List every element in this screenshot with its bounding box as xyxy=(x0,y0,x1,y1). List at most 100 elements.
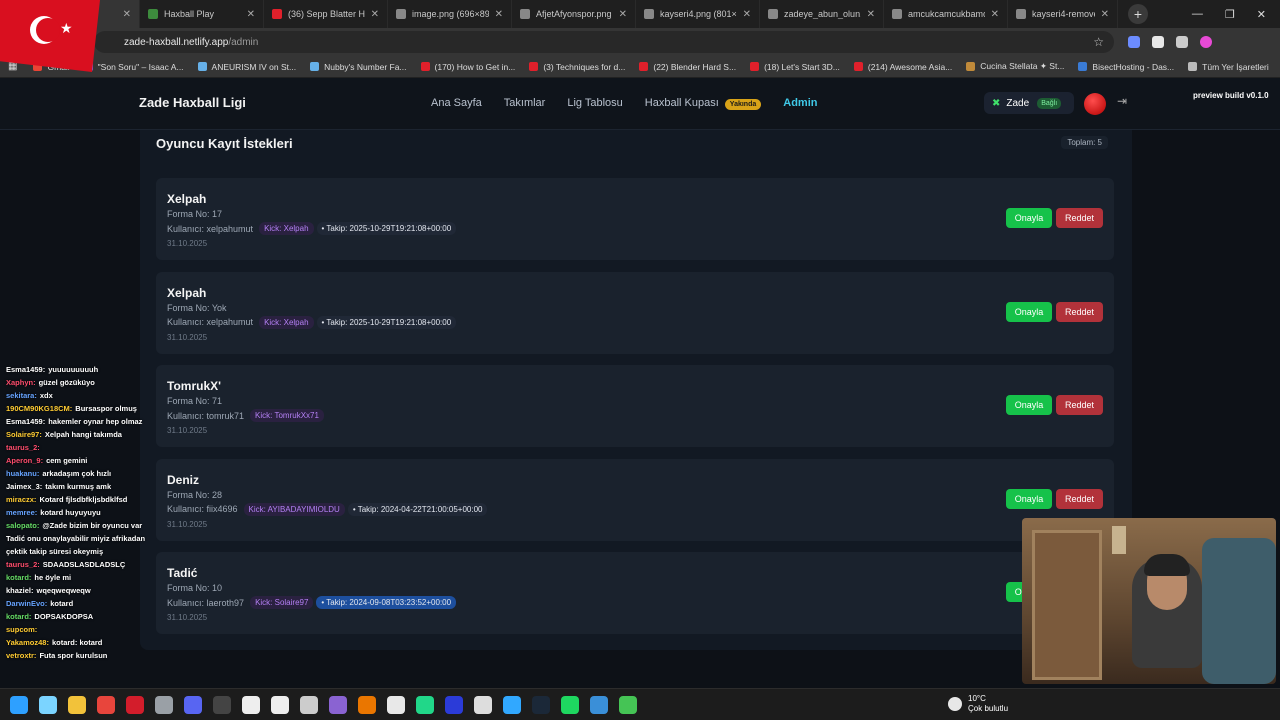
user-line: Kullanıcı: fiix4696 Kick: AYIBADAYIMIOLDU… xyxy=(167,502,488,516)
bookmark-favicon-icon xyxy=(966,62,976,71)
chrome-icon[interactable] xyxy=(97,695,115,714)
reject-button[interactable]: Reddet xyxy=(1056,208,1103,228)
panel-title: Oyuncu Kayıt İstekleri xyxy=(156,136,293,151)
close-tab-icon[interactable]: ✕ xyxy=(743,9,751,20)
logout-icon[interactable]: ⇥ xyxy=(1117,94,1127,108)
browser-tab[interactable]: kayseri4.png (801×8... ✕ xyxy=(636,0,760,28)
extension-icon[interactable] xyxy=(1152,36,1164,48)
approve-button[interactable]: Onayla xyxy=(1006,488,1052,509)
url-input[interactable]: zade-haxball.netlify.app/admin ☆ xyxy=(94,31,1114,53)
bookmark-item[interactable]: "Son Soru" – Isaac A... xyxy=(83,62,184,72)
close-tab-icon[interactable]: ✕ xyxy=(991,9,999,20)
launcher-icon[interactable] xyxy=(590,695,608,714)
browser-tab[interactable]: (36) Sepp Blatter Ha... ✕ xyxy=(264,0,388,28)
extension-icon[interactable] xyxy=(1128,36,1140,48)
xbox-icon[interactable] xyxy=(619,695,637,714)
nav-cup[interactable]: Haxball Kupası Yakında xyxy=(645,97,762,110)
bookmark-item[interactable]: (18) Let's Start 3D... xyxy=(750,62,840,72)
spotify-icon[interactable] xyxy=(561,695,579,714)
browser-tab[interactable]: AfjetAfyonspor.png (... ✕ xyxy=(512,0,636,28)
download-icon[interactable] xyxy=(1176,36,1188,48)
nav-league-table[interactable]: Lig Tablosu xyxy=(567,97,622,109)
minimize-icon[interactable]: — xyxy=(1192,8,1203,21)
browser-tab[interactable]: Haxball Play ✕ xyxy=(140,0,264,28)
webcam-chair xyxy=(1202,538,1276,684)
fresco-icon[interactable] xyxy=(445,695,463,714)
bookmarks-folder-label: Tüm Yer İşaretleri xyxy=(1202,61,1269,72)
copilot-icon[interactable] xyxy=(39,695,57,714)
unity-icon[interactable] xyxy=(300,695,318,714)
steam-icon[interactable] xyxy=(532,695,550,714)
reject-button[interactable]: Reddet xyxy=(1056,395,1103,415)
windows-start-icon[interactable] xyxy=(10,695,28,714)
browser-tab-label: kayseri4-removebg-p... xyxy=(1032,9,1095,19)
nav-admin[interactable]: Admin xyxy=(783,97,817,109)
chat-text: Kotard fjlsdbfkljsbdklfsd xyxy=(39,495,128,504)
bookmark-item[interactable]: Nubby's Number Fa... xyxy=(310,62,407,72)
file-explorer-icon[interactable] xyxy=(68,695,86,714)
photoshop-icon[interactable] xyxy=(503,695,521,714)
bookmark-item[interactable]: (170) How to Get in... xyxy=(420,62,515,72)
player-name: TomrukX' xyxy=(167,379,221,393)
restore-icon[interactable]: ❐ xyxy=(1225,8,1235,21)
approve-button[interactable]: Onayla xyxy=(1006,301,1052,322)
browser-tab[interactable]: kayseri4-removebg-p... ✕ xyxy=(1008,0,1118,28)
chat-username: Jaimex_3: xyxy=(6,482,43,491)
user-status-pill[interactable]: ✖ Zade Bağlı xyxy=(984,92,1074,114)
github-icon[interactable] xyxy=(271,695,289,714)
site-logo[interactable]: Zade Haxball Ligi xyxy=(139,95,246,110)
obs-icon[interactable] xyxy=(213,695,231,714)
profile-icon[interactable] xyxy=(1200,36,1212,48)
cloud-icon xyxy=(948,697,962,711)
browser-tab[interactable]: zadeye_abun_olun.pn... ✕ xyxy=(760,0,884,28)
unreal-icon[interactable] xyxy=(242,695,260,714)
browser-tab[interactable]: image.png (696×895) ✕ xyxy=(388,0,512,28)
pycharm-icon[interactable] xyxy=(416,695,434,714)
chat-message: Solaire97: Xelpah hangi takımda xyxy=(6,428,156,441)
bookmark-item[interactable]: BisectHosting - Das... xyxy=(1078,62,1174,72)
tab-favicon-icon xyxy=(768,9,778,19)
extension-icons xyxy=(1128,36,1212,48)
bookmark-item[interactable]: (22) Blender Hard S... xyxy=(639,62,736,72)
bookmarks-folder[interactable]: Tüm Yer İşaretleri xyxy=(1188,62,1279,72)
new-tab-button[interactable]: + xyxy=(1128,4,1148,24)
reject-button[interactable]: Reddet xyxy=(1056,488,1103,509)
chat-text: wqeqweqweqw xyxy=(36,586,91,595)
close-tab-icon[interactable]: ✕ xyxy=(495,9,503,20)
close-tab-icon[interactable]: ✕ xyxy=(867,9,875,20)
reject-button[interactable]: Reddet xyxy=(1056,301,1103,322)
visual-studio-icon[interactable] xyxy=(329,695,347,714)
avatar[interactable] xyxy=(1084,93,1106,115)
bookmark-item[interactable]: Cucina Stellata ✦ St... xyxy=(966,61,1064,72)
steam-settings-icon[interactable] xyxy=(155,695,173,714)
nav-home[interactable]: Ana Sayfa xyxy=(431,97,482,109)
nav-teams[interactable]: Takımlar xyxy=(504,97,546,109)
browser-tab-label: kayseri4.png (801×8... xyxy=(660,9,737,19)
opera-icon[interactable] xyxy=(126,695,144,714)
browser-tab[interactable]: amcukcamcukbamcu... ✕ xyxy=(884,0,1008,28)
chat-text: cem gemini xyxy=(46,456,88,465)
connection-badge: Bağlı xyxy=(1037,97,1062,109)
username: Kullanıcı: fiix4696 xyxy=(167,504,238,514)
bookmark-item[interactable]: (214) Awesome Asia... xyxy=(853,62,952,72)
close-tab-icon[interactable]: ✕ xyxy=(1101,9,1109,20)
chat-message: Jaimex_3: takım kurmuş amk xyxy=(6,480,156,493)
close-tab-icon[interactable]: ✕ xyxy=(371,9,379,20)
app-icon[interactable] xyxy=(387,695,405,714)
request-date: 31.10.2025 xyxy=(167,519,208,529)
bookmark-item[interactable]: (3) Techniques for d... xyxy=(529,62,625,72)
close-window-icon[interactable]: ✕ xyxy=(1257,8,1266,21)
close-tab-icon[interactable]: ✕ xyxy=(619,9,627,20)
approve-button[interactable]: Onayla xyxy=(1006,208,1052,228)
chat-username: taurus_2: xyxy=(6,560,40,569)
bookmark-item[interactable]: ANEURISM IV on St... xyxy=(197,62,296,72)
approve-button[interactable]: Onayla xyxy=(1006,395,1052,415)
discord-icon[interactable] xyxy=(184,695,202,714)
weather-widget[interactable]: 10°C Çok bulutlu xyxy=(948,694,1008,714)
inkscape-icon[interactable] xyxy=(474,695,492,714)
bookmark-favicon-icon xyxy=(197,62,207,71)
close-tab-icon[interactable]: ✕ xyxy=(247,9,255,20)
close-tab-icon[interactable]: ✕ xyxy=(123,9,131,20)
blender-icon[interactable] xyxy=(358,695,376,714)
bookmark-star-icon[interactable]: ☆ xyxy=(1093,35,1104,49)
